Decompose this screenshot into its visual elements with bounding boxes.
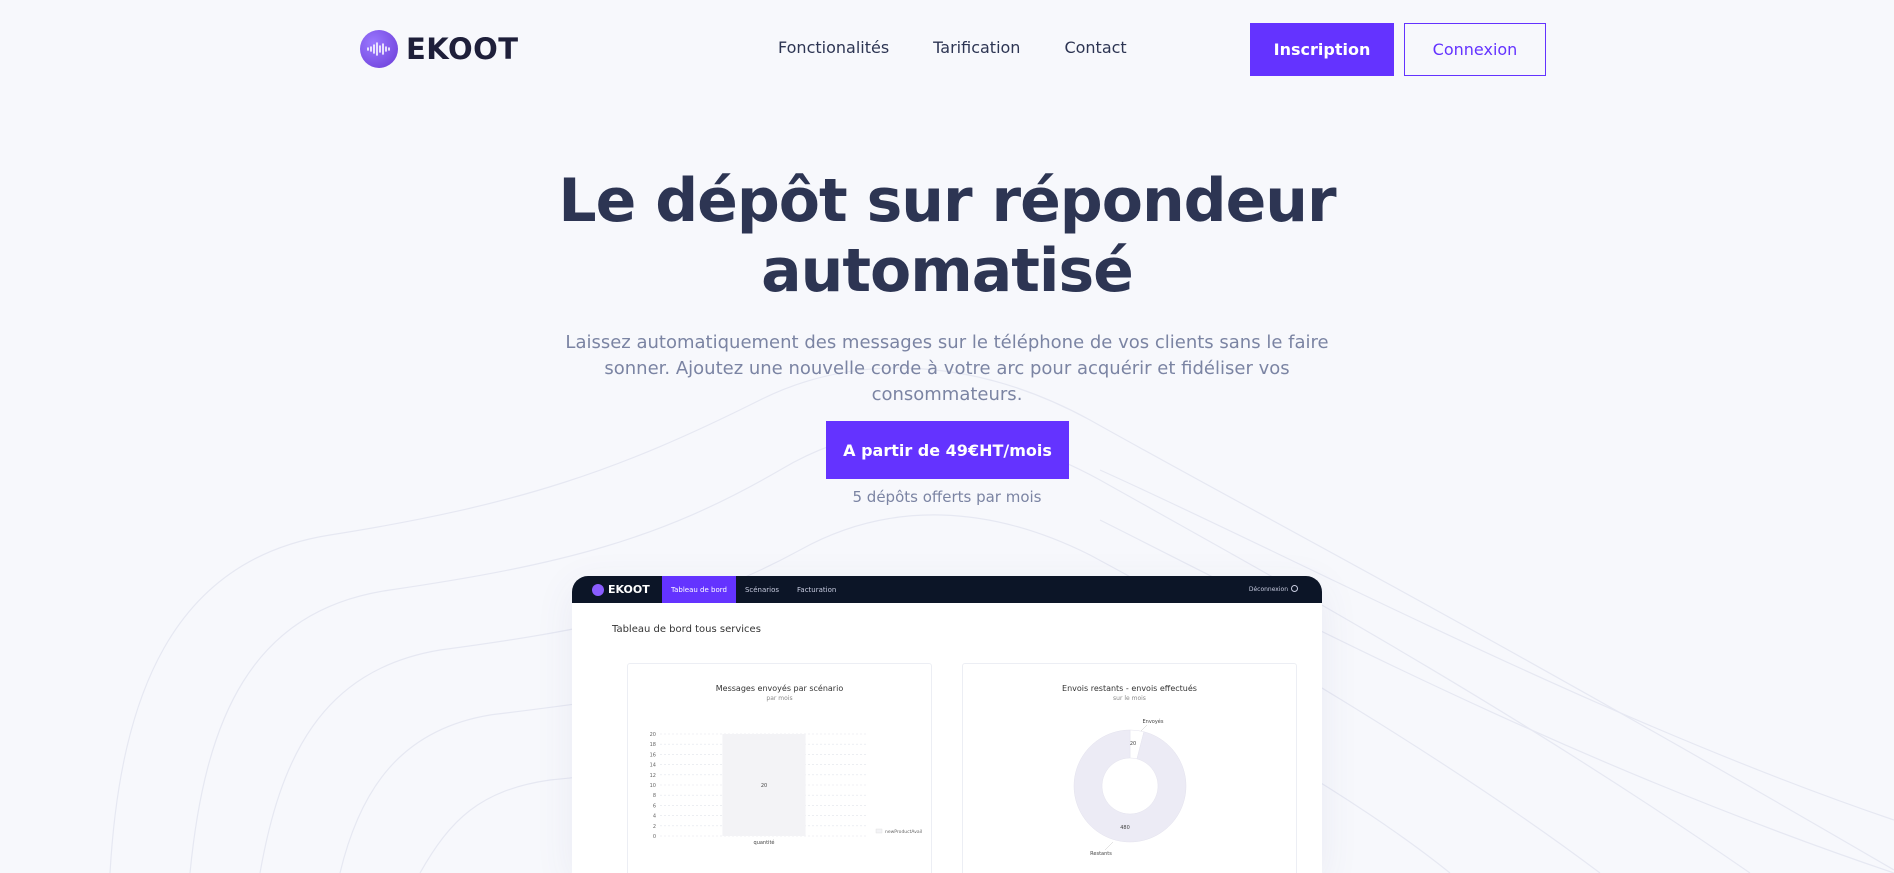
data-label: 20 (761, 783, 767, 789)
hero-title-line1: Le dépôt sur répondeur (558, 166, 1336, 236)
slice-label: Restants (1090, 851, 1112, 857)
dashboard-tab-tableau-de-bord[interactable]: Tableau de bord (662, 576, 736, 603)
label-leader (1104, 841, 1114, 851)
y-tick-label: 20 (650, 732, 656, 738)
slice-label: Envoyés (1143, 718, 1164, 725)
waveform-logo-icon (592, 583, 604, 596)
chart-card-envois: Envois restants - envois effectués sur l… (962, 663, 1297, 873)
hero-subtitle-line1: Laissez automatiquement des messages sur… (565, 332, 1329, 353)
hero-subtitle: Laissez automatiquement des messages sur… (547, 330, 1347, 408)
dashboard-page-title: Tableau de bord tous services (612, 624, 761, 635)
dashboard-preview: EKOOT Tableau de bord Scénarios Facturat… (572, 576, 1322, 873)
pricing-cta-button[interactable]: A partir de 49€HT/mois (826, 421, 1069, 479)
y-tick-label: 18 (650, 742, 656, 748)
signup-button[interactable]: Inscription (1250, 23, 1394, 76)
y-tick-label: 10 (650, 783, 656, 789)
nav-link-tarification[interactable]: Tarification (933, 38, 1020, 57)
nav-link-fonctionalites[interactable]: Fonctionalités (778, 38, 889, 57)
dashboard-logo: EKOOT (592, 583, 662, 596)
y-tick-label: 2 (653, 824, 656, 830)
dashboard-topbar: EKOOT Tableau de bord Scénarios Facturat… (572, 576, 1322, 603)
dashboard-tab-facturation[interactable]: Facturation (788, 576, 845, 603)
chart-card-messages: Messages envoyés par scénario par mois 0… (627, 663, 932, 873)
data-label: 20 (1130, 741, 1136, 747)
donut-chart: 20 480 Envoyés Restants (1073, 718, 1187, 857)
nav-link-contact[interactable]: Contact (1064, 38, 1126, 57)
x-tick-label: quantité (754, 839, 775, 846)
waveform-logo-icon (360, 30, 398, 68)
login-button[interactable]: Connexion (1404, 23, 1546, 76)
y-tick-label: 16 (650, 752, 656, 758)
hero-subtitle-line2: sonner. Ajoutez une nouvelle corde à vot… (604, 358, 1290, 405)
legend-swatch (875, 828, 883, 834)
dashboard-tab-scenarios[interactable]: Scénarios (736, 576, 788, 603)
dashboard-logout-link[interactable]: Déconnexion (1249, 586, 1288, 593)
label-leader (1140, 724, 1148, 732)
site-header: EKOOT Fonctionalités Tarification Contac… (0, 0, 1894, 100)
bar-chart: 0 2 4 6 8 10 12 14 16 18 20 20 quantité newProductAva… (650, 732, 923, 846)
hero-title-line2: automatisé (761, 236, 1134, 306)
y-tick-label: 6 (653, 803, 656, 809)
cta-note: 5 dépôts offerts par mois (852, 488, 1042, 506)
power-icon[interactable] (1291, 585, 1298, 592)
y-tick-label: 0 (653, 834, 656, 840)
y-tick-label: 4 (653, 814, 656, 820)
logo-text: EKOOT (406, 32, 519, 66)
legend-label: newProductAvail (885, 829, 922, 835)
main-nav: Fonctionalités Tarification Contact (778, 38, 1127, 57)
dashboard-logo-text: EKOOT (608, 583, 650, 596)
data-label: 480 (1120, 825, 1130, 831)
y-tick-label: 14 (650, 763, 656, 769)
brand-logo[interactable]: EKOOT (360, 30, 519, 68)
y-tick-label: 8 (653, 793, 656, 799)
hero-title: Le dépôt sur répondeur automatisé (0, 166, 1894, 306)
y-tick-label: 12 (650, 773, 656, 779)
